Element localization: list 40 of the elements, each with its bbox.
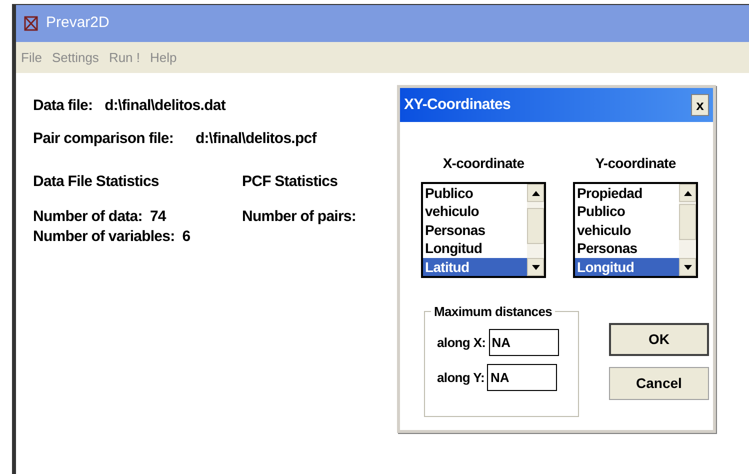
- file-path: d:\final\delitos.dat: [104, 96, 226, 115]
- stat-line: Number of variables: 6: [33, 227, 192, 246]
- field-label: along X:: [437, 334, 486, 352]
- scrollbar[interactable]: [527, 184, 544, 276]
- scroll-down-icon[interactable]: [679, 258, 696, 276]
- list-item[interactable]: Personas: [423, 220, 527, 240]
- field-label: Pair comparison file:: [33, 129, 174, 148]
- list-item[interactable]: Longitud: [423, 239, 527, 258]
- field-label: along Y:: [437, 368, 484, 387]
- list-item[interactable]: Propiedad: [575, 184, 679, 202]
- section-heading: Data File Statistics: [33, 172, 160, 191]
- list-box[interactable]: Propiedad Publico vehiculo Personas Longitud: [573, 182, 698, 278]
- scrollbar[interactable]: [679, 184, 696, 276]
- dialog-title: XY-Coordinates: [404, 94, 510, 115]
- list-item[interactable]: Publico: [423, 184, 527, 202]
- file-path: d:\final\delitos.pcf: [196, 129, 316, 148]
- scroll-thumb[interactable]: [679, 204, 696, 240]
- list-item[interactable]: Publico: [575, 202, 679, 221]
- list-item[interactable]: Longitud: [575, 258, 679, 276]
- scroll-up-icon[interactable]: [679, 184, 696, 202]
- list-item[interactable]: vehiculo: [423, 202, 527, 221]
- list-item[interactable]: Personas: [575, 239, 679, 258]
- field-label: Data file:: [33, 96, 93, 115]
- window-title: Prevar2D: [46, 13, 110, 34]
- stat-line: Number of data: 74: [33, 207, 168, 226]
- list-box[interactable]: Publico vehiculo Personas Longitud Latitud: [421, 182, 546, 278]
- list-heading: Y-coordinate: [595, 154, 676, 173]
- input-field[interactable]: NA: [488, 329, 559, 356]
- scroll-up-icon[interactable]: [527, 184, 544, 202]
- scroll-down-icon[interactable]: [527, 258, 544, 276]
- app-icon: [24, 16, 38, 31]
- section-heading: PCF Statistics: [242, 172, 339, 191]
- cancel-button[interactable]: Cancel: [609, 367, 709, 400]
- input-field[interactable]: NA: [487, 364, 558, 391]
- list-heading: X-coordinate: [442, 154, 524, 173]
- scroll-thumb[interactable]: [527, 208, 544, 244]
- list-item[interactable]: Latitud: [423, 258, 527, 276]
- ok-button[interactable]: OK: [609, 323, 709, 356]
- list-item[interactable]: vehiculo: [575, 220, 679, 240]
- close-button[interactable]: x: [691, 94, 709, 116]
